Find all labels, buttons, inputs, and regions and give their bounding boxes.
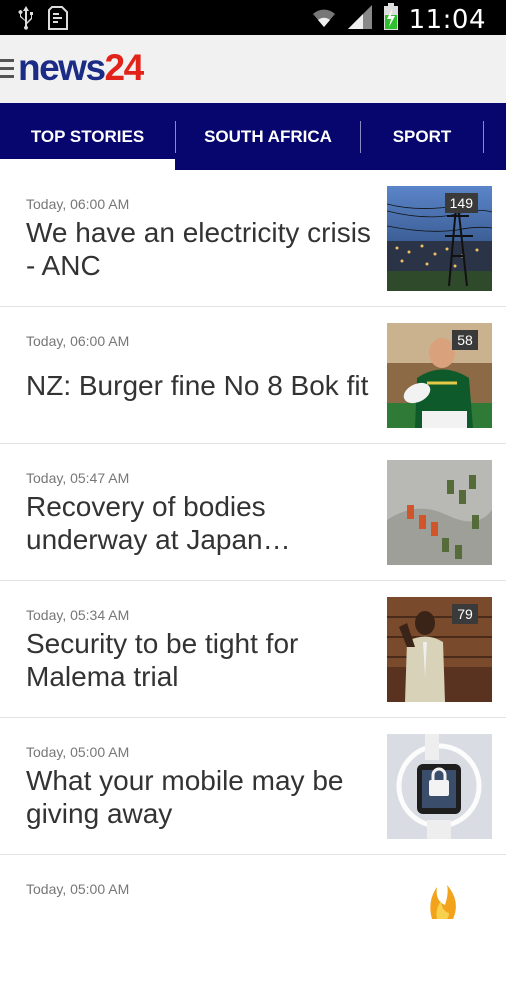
- sd-card-icon: [48, 6, 68, 35]
- clock: 11:04: [408, 4, 486, 35]
- article-list: Today, 06:00 AM We have an electricity c…: [0, 170, 506, 991]
- news24-logo[interactable]: news24: [18, 47, 144, 89]
- selected-tab-indicator: [0, 159, 175, 170]
- article-item[interactable]: Today, 06:00 AM We have an electricity c…: [0, 170, 506, 307]
- article-item[interactable]: Today, 05:47 AM Recovery of bodies under…: [0, 444, 506, 581]
- menu-icon[interactable]: [0, 59, 14, 79]
- article-item[interactable]: Today, 05:00 AM: [0, 855, 506, 991]
- article-headline: Security to be tight for Malema trial: [26, 628, 299, 692]
- tab-sport[interactable]: SPORT: [361, 103, 483, 170]
- rescue-team-image: [387, 460, 492, 565]
- tab-divider: [483, 121, 484, 153]
- rugby-player-image: 58: [387, 323, 492, 428]
- article-time: Today, 05:34 AM: [26, 607, 130, 623]
- wifi-icon: [311, 5, 337, 34]
- article-headline: We have an electricity crisis - ANC: [26, 217, 371, 281]
- app-bar: news24: [0, 35, 506, 103]
- courtroom-image: 79: [387, 597, 492, 702]
- usb-icon: [18, 6, 34, 35]
- article-headline: Recovery of bodies underway at Japan…: [26, 491, 291, 555]
- article-time: Today, 05:00 AM: [26, 744, 130, 760]
- signal-icon: [347, 4, 373, 35]
- flame-image: [387, 871, 492, 976]
- article-time: Today, 06:00 AM: [26, 196, 130, 212]
- article-time: Today, 05:00 AM: [26, 881, 130, 897]
- battery-charging-icon: [383, 3, 399, 36]
- article-time: Today, 06:00 AM: [26, 333, 130, 349]
- comment-count-badge: 79: [452, 604, 478, 624]
- article-item[interactable]: Today, 05:00 AM What your mobile may be …: [0, 718, 506, 855]
- article-item[interactable]: Today, 05:34 AM Security to be tight for…: [0, 581, 506, 718]
- article-time: Today, 05:47 AM: [26, 470, 130, 486]
- comment-count-badge: 58: [452, 330, 478, 350]
- article-item[interactable]: Today, 06:00 AM NZ: Burger fine No 8 Bok…: [0, 307, 506, 444]
- status-bar: 11:04: [0, 0, 506, 35]
- power-lines-image: 149: [387, 186, 492, 291]
- mobile-security-image: [387, 734, 492, 839]
- comment-count-badge: 149: [444, 193, 478, 213]
- article-headline: NZ: Burger fine No 8 Bok fit: [26, 370, 369, 401]
- tab-south-africa[interactable]: SOUTH AFRICA: [176, 103, 360, 170]
- article-headline: What your mobile may be giving away: [26, 765, 344, 829]
